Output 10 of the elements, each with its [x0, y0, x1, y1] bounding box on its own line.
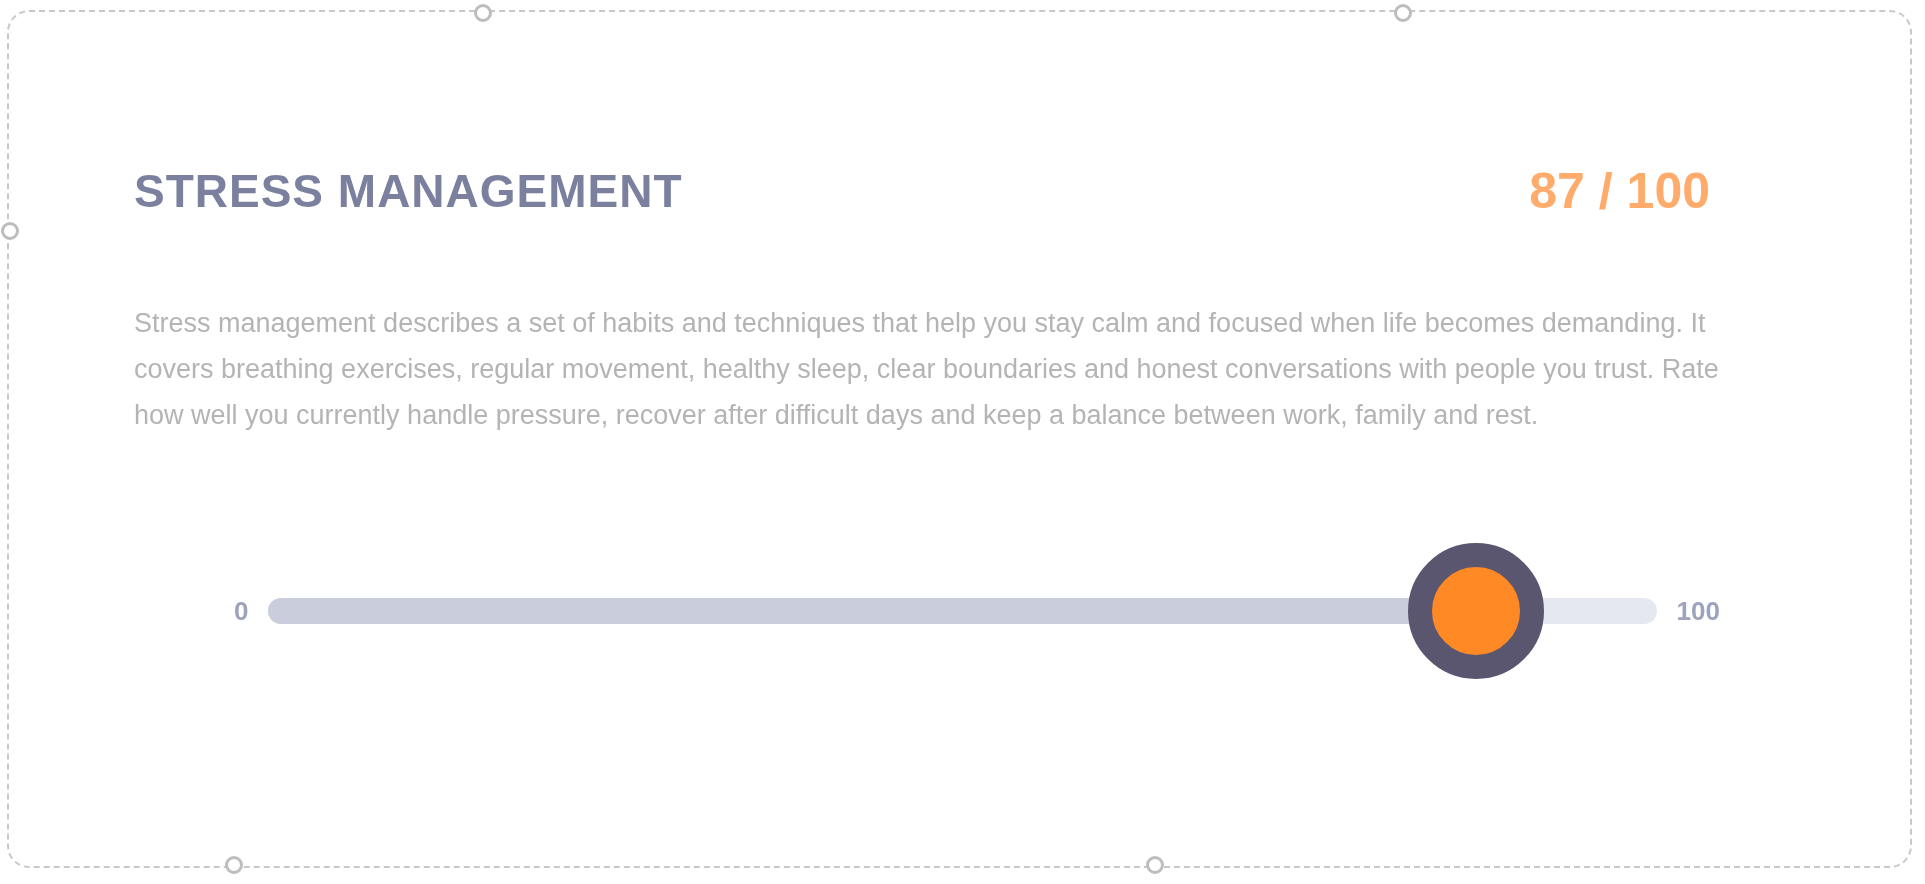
resize-handle[interactable] — [474, 4, 492, 22]
resize-handle[interactable] — [1146, 856, 1164, 874]
description-text: Stress management describes a set of habits and techniques that help you stay calm and focused when life becomes demanding. It covers breathing exercises, regular movement, healthy sleep, clear boundaries and honest conversations with people you trust. Rate how well you currently handle pressure, recover after difficult days and keep a balance between work, family and rest. — [134, 307, 1720, 432]
resize-handle[interactable] — [225, 856, 243, 874]
resize-handle[interactable] — [1, 222, 19, 240]
resize-handle[interactable] — [1394, 4, 1412, 22]
max-label: 100 — [1676, 595, 1720, 627]
card-title: STRESS MANAGEMENT — [134, 164, 683, 218]
min-label: 0 — [234, 595, 249, 627]
score-value: 87 / 100 — [1529, 162, 1710, 220]
